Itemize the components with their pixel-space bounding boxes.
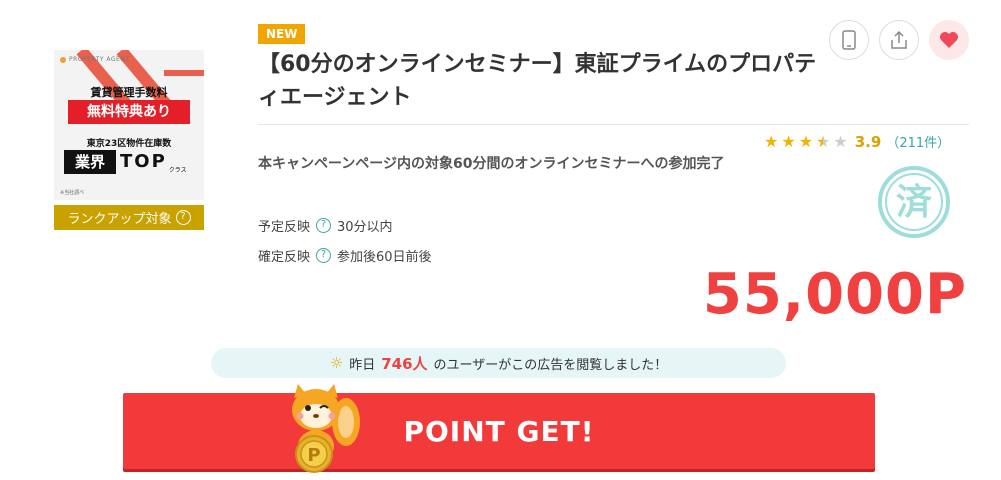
header-divider [258,124,969,125]
new-badge: NEW [258,24,306,44]
point-get-button[interactable]: POINT GET! [123,393,875,469]
viewed-count: 746人 [381,354,428,373]
lightbulb-icon: ☼ [329,354,344,372]
scheduled-value: 30分以内 [337,220,393,235]
squirrel-mascot-icon: P [292,384,360,473]
thumbnail-inventory-text: 東京23区物件在庫数 [86,139,172,149]
mobile-icon [842,30,856,50]
share-button[interactable] [879,20,919,60]
rating-count[interactable]: （211件） [886,132,950,151]
done-stamp-text: 済 [885,173,943,231]
confirmed-value: 参加後60日前後 [337,250,432,265]
star-half-icon: ★ [816,131,831,151]
done-stamp-icon: 済 [878,166,950,238]
viewed-notice: ☼ 昨日 746人 のユーザーがこの広告を閲覧しました！ [211,348,786,378]
help-icon[interactable]: ? [316,248,332,263]
thumbnail-class: クラス [168,167,187,174]
brand-logo: PROPERTY AGENT [60,56,129,63]
thumbnail-note: ※当社調べ [60,190,85,196]
heart-icon [940,32,958,48]
star-icon: ★ [781,131,796,151]
decor-stripe [164,70,204,76]
svg-text:P: P [307,445,320,466]
rating-score: 3.9 [854,132,882,151]
reward-points: 55,000P [702,262,967,327]
star-icon: ★ [764,131,779,151]
thumbnail-top: TOP [120,151,167,172]
confirmed-reflection: 確定反映 ? 参加後60日前後 [258,246,432,265]
rankup-label: ランクアップ対象 [67,212,172,227]
help-icon[interactable]: ? [175,210,191,225]
thumbnail-gyokai: 業界 [64,150,116,174]
point-get-label: POINT GET! [403,414,595,448]
rating[interactable]: ★ ★ ★ ★ ★ 3.9 （211件） [764,132,950,151]
thumbnail-top-row: 業界 TOP クラス [64,150,187,174]
mobile-button[interactable] [829,20,869,60]
rankup-badge[interactable]: ランクアップ対象 ? [54,205,204,230]
help-icon[interactable]: ? [316,218,332,233]
viewed-suffix: のユーザーがこの広告を閲覧しました！ [433,357,668,373]
campaign-thumbnail[interactable]: PROPERTY AGENT 賃貸管理手数料 無料特典あり 東京23区物件在庫数… [54,50,204,200]
campaign-condition: 本キャンペーンページ内の対象60分間のオンラインセミナーへの参加完了 [258,156,725,172]
viewed-prefix: 昨日 [349,357,376,373]
thumbnail-special-text: 無料特典あり [68,100,190,124]
thumbnail-fee-text: 賃貸管理手数料 [90,86,168,99]
scheduled-reflection: 予定反映 ? 30分以内 [258,216,393,235]
star-empty-icon: ★ [833,131,848,151]
confirmed-label: 確定反映 [258,250,311,265]
campaign-title: 【60分のオンラインセミナー】東証プライムのプロパティエージェント [258,52,817,110]
share-icon [891,30,907,49]
star-icon: ★ [798,131,814,151]
scheduled-label: 予定反映 [258,220,311,235]
favorite-button[interactable] [929,20,969,60]
